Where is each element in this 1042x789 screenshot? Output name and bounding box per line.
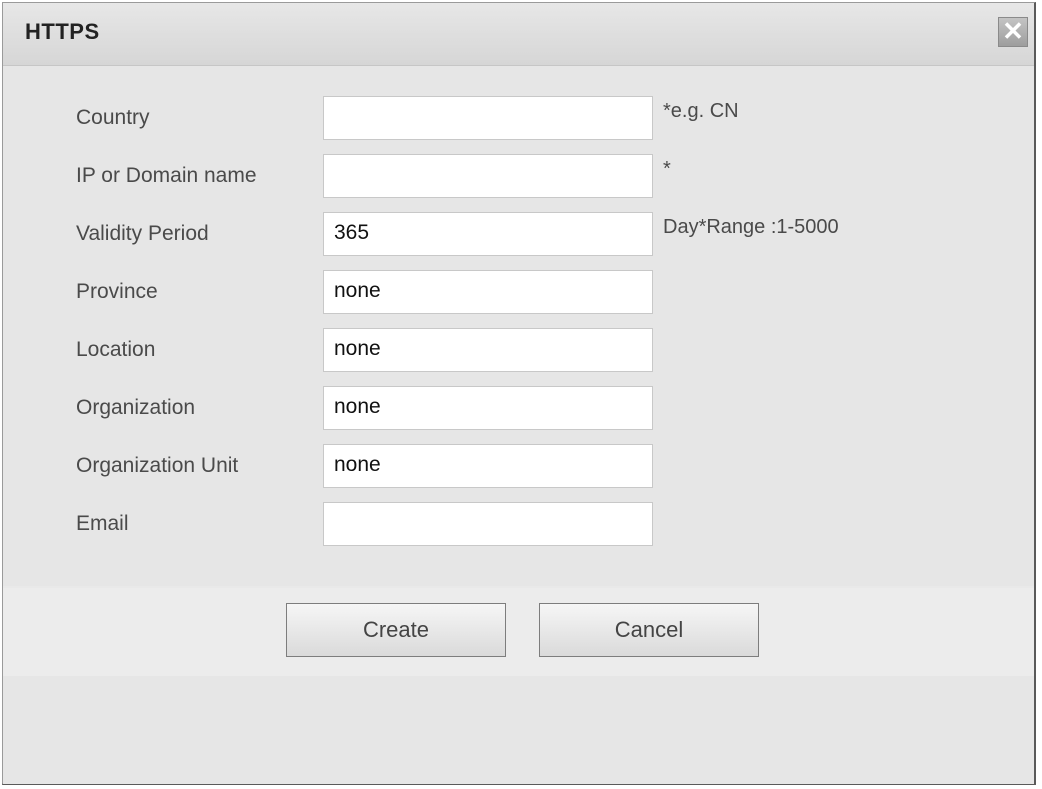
create-button[interactable]: Create [286,603,506,657]
form-area: Country *e.g. CN IP or Domain name * Val… [3,66,1034,586]
form-row-organization-unit: Organization Unit none [3,444,1034,490]
https-dialog: HTTPS ✕ Country *e.g. CN IP or Domain na… [2,2,1036,785]
organization-label: Organization [76,396,196,419]
form-row-location: Location none [3,328,1034,374]
cancel-button[interactable]: Cancel [539,603,759,657]
organization-unit-input[interactable]: none [323,444,653,488]
button-bar: Create Cancel [3,588,1034,676]
validity-period-label: Validity Period [76,222,209,245]
form-row-email: Email [3,502,1034,548]
form-row-ip-domain: IP or Domain name * [3,154,1034,200]
email-input[interactable] [323,502,653,546]
country-label: Country [76,106,150,129]
form-row-country: Country *e.g. CN [3,96,1034,142]
country-input[interactable] [323,96,653,140]
email-label: Email [76,512,129,535]
ip-domain-input[interactable] [323,154,653,198]
ip-domain-label: IP or Domain name [76,164,257,187]
form-row-organization: Organization none [3,386,1034,432]
province-label: Province [76,280,158,303]
country-hint: *e.g. CN [663,100,739,122]
location-input[interactable]: none [323,328,653,372]
dialog-title: HTTPS [25,19,100,44]
location-label: Location [76,338,156,361]
ip-domain-hint: * [663,158,671,180]
dialog-footer [3,676,1034,784]
organization-unit-label: Organization Unit [76,454,239,477]
validity-period-input[interactable]: 365 [323,212,653,256]
province-input[interactable]: none [323,270,653,314]
organization-input[interactable]: none [323,386,653,430]
validity-period-hint: Day*Range :1-5000 [663,216,839,238]
close-icon[interactable]: ✕ [998,17,1028,47]
dialog-titlebar: HTTPS ✕ [3,3,1034,66]
form-row-validity-period: Validity Period 365 Day*Range :1-5000 [3,212,1034,258]
form-row-province: Province none [3,270,1034,316]
